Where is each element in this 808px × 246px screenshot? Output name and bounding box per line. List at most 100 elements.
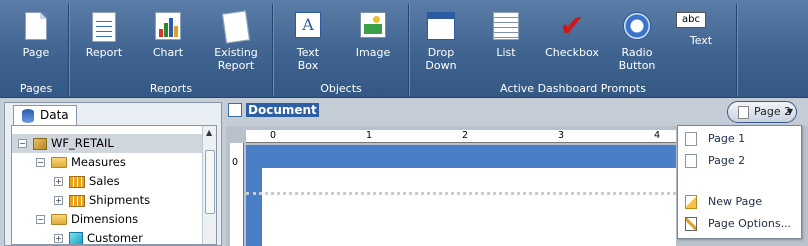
page-selector-button[interactable]: Page 2 ▼: [727, 101, 797, 123]
page-content-area[interactable]: [262, 168, 676, 246]
ribbon-separator: [272, 4, 273, 96]
menu-item-label: New Page: [708, 195, 763, 208]
tree-node-sales[interactable]: + Sales: [54, 172, 120, 191]
report-icon: [92, 12, 116, 42]
menu-item-new-page[interactable]: New Page: [678, 192, 801, 212]
text-box-button[interactable]: A Text Box: [284, 4, 332, 72]
existing-report-button[interactable]: Existing Report: [208, 4, 264, 72]
page-selector-label: Page 2: [754, 105, 792, 118]
cube-icon: [33, 137, 47, 150]
tree-scrollbar[interactable]: ▲: [202, 126, 216, 244]
page-icon: [738, 106, 749, 119]
image-button-label: Image: [355, 46, 391, 59]
page-canvas[interactable]: [246, 145, 676, 246]
page-break-line: [246, 192, 676, 195]
text-button-label: Text: [689, 34, 713, 47]
vertical-ruler: 0: [230, 143, 244, 246]
drop-down-label-line1: Drop: [427, 46, 455, 59]
existing-report-label-line2: Report: [217, 59, 255, 72]
page-menu: Page 1 Page 2 New Page Page Options...: [677, 125, 802, 239]
expand-toggle[interactable]: +: [54, 196, 63, 205]
data-panel: Data − WF_RETAIL − Measures + Sales + Shipme…: [4, 102, 222, 246]
chart-button-label: Chart: [152, 46, 184, 59]
tree-node-measures[interactable]: − Measures: [36, 153, 126, 172]
data-tree: − WF_RETAIL − Measures + Sales + Shipments −…: [11, 125, 217, 245]
document-icon: [228, 103, 242, 117]
checkbox-button[interactable]: ✔ Checkbox: [544, 4, 600, 60]
tree-node-label: Dimensions: [71, 212, 139, 226]
expand-toggle[interactable]: +: [54, 234, 63, 243]
page-button[interactable]: Page: [8, 4, 64, 59]
tree-node-customer[interactable]: + Customer: [54, 229, 143, 245]
image-icon: [360, 12, 386, 38]
drop-down-label-line2: Down: [425, 59, 457, 72]
radio-button-button[interactable]: Radio Button: [612, 4, 662, 72]
tree-node-dimensions[interactable]: − Dimensions: [36, 210, 138, 229]
text-box-label-line2: Box: [297, 59, 319, 72]
drop-down-icon: [427, 12, 455, 40]
chart-button[interactable]: Chart: [144, 4, 192, 59]
menu-item-label: Page 2: [708, 154, 746, 167]
page-icon: [25, 12, 47, 40]
document-title-text: Document: [246, 103, 319, 117]
text-box-label-line1: Text: [296, 46, 320, 59]
menu-item-page-options[interactable]: Page Options...: [678, 214, 801, 234]
group-label-active-dashboard-prompts: Active Dashboard Prompts: [500, 82, 646, 95]
page-options-icon: [685, 217, 697, 231]
tree-node-shipments[interactable]: + Shipments: [54, 191, 150, 210]
horizontal-ruler: 0 1 2 3 4: [246, 130, 676, 143]
data-tab-label: Data: [40, 108, 69, 122]
radio-button-label-line2: Button: [618, 59, 656, 72]
drop-down-button[interactable]: Drop Down: [416, 4, 466, 72]
group-label-objects: Objects: [320, 82, 362, 95]
tree-node-wf-retail[interactable]: − WF_RETAIL: [12, 134, 202, 153]
ribbon-toolbar: Page Pages Report Chart Existing Report …: [0, 0, 808, 98]
ribbon-separator: [408, 4, 409, 96]
text-box-icon: A: [295, 12, 321, 38]
ruler-mark: 2: [462, 130, 469, 141]
ruler-mark: 0: [232, 157, 239, 168]
page-icon: [685, 154, 697, 168]
ribbon-separator: [68, 4, 69, 96]
ruler-mark: 4: [654, 130, 661, 141]
page-icon: [685, 132, 697, 146]
ruler-mark: 3: [558, 130, 565, 141]
scroll-up-icon[interactable]: ▲: [206, 128, 212, 137]
document-header: Document Page 2 ▼: [226, 100, 808, 123]
report-button[interactable]: Report: [80, 4, 128, 59]
radio-button-icon: [623, 12, 651, 40]
ruler-mark: 1: [366, 130, 373, 141]
tree-node-label: Sales: [89, 174, 120, 188]
checkbox-button-label: Checkbox: [545, 46, 599, 59]
menu-item-page-1[interactable]: Page 1: [678, 129, 801, 149]
collapse-toggle[interactable]: −: [36, 215, 45, 224]
collapse-toggle[interactable]: −: [18, 139, 27, 148]
measure-icon: [69, 194, 85, 207]
tree-node-label: Measures: [71, 155, 126, 169]
database-icon: [22, 109, 34, 123]
existing-report-label-line1: Existing: [214, 46, 258, 59]
tree-node-label: Customer: [87, 231, 143, 245]
list-button[interactable]: List: [482, 4, 530, 59]
existing-report-icon: [222, 10, 250, 44]
data-tab[interactable]: Data: [13, 105, 77, 125]
list-icon: [493, 12, 519, 40]
folder-icon: [51, 157, 67, 168]
folder-icon: [51, 214, 67, 225]
text-button[interactable]: abc Text: [676, 4, 726, 47]
page-button-label: Page: [22, 46, 50, 59]
list-button-label: List: [496, 46, 516, 59]
new-page-icon: [685, 195, 697, 209]
image-button[interactable]: Image: [348, 4, 398, 59]
menu-item-page-2[interactable]: Page 2: [678, 151, 801, 171]
ribbon-separator: [736, 4, 737, 96]
group-label-pages: Pages: [19, 82, 53, 95]
scrollbar-thumb[interactable]: [205, 150, 215, 214]
tree-node-label: Shipments: [89, 193, 151, 207]
expand-toggle[interactable]: +: [54, 177, 63, 186]
text-icon: abc: [676, 12, 706, 28]
tree-node-label: WF_RETAIL: [51, 136, 114, 150]
document-title[interactable]: Document: [226, 101, 321, 119]
checkmark-icon: ✔: [559, 9, 585, 44]
collapse-toggle[interactable]: −: [36, 158, 45, 167]
